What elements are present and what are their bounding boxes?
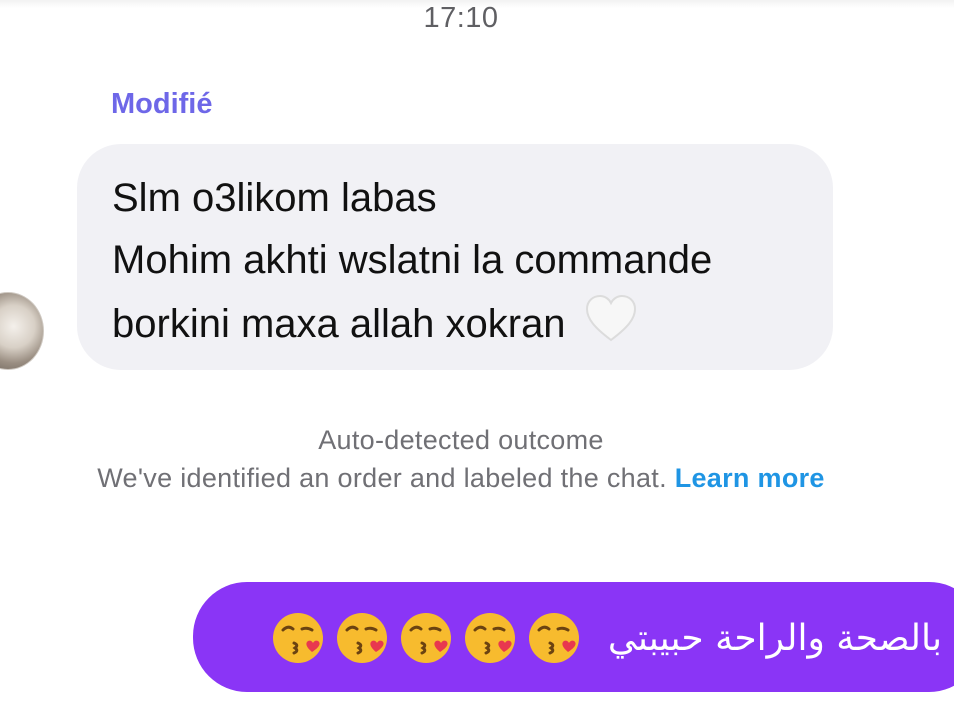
face-blowing-kiss-icon bbox=[272, 613, 323, 663]
sender-avatar[interactable] bbox=[0, 292, 44, 370]
message-line: Slm o3likom labas bbox=[112, 176, 437, 220]
white-heart-icon bbox=[585, 294, 637, 343]
sent-message-content: بالصحة والراحة حبيبتي bbox=[270, 608, 942, 668]
message-line: Mohim akhti wslatni la commande bbox=[112, 238, 713, 282]
message-timestamp: 17:10 bbox=[423, 2, 499, 34]
learn-more-link[interactable]: Learn more bbox=[675, 463, 825, 493]
notice-body: We've identified an order and labeled th… bbox=[72, 460, 850, 497]
sent-message-text: بالصحة والراحة حبيبتي bbox=[607, 617, 942, 659]
notice-text: We've identified an order and labeled th… bbox=[97, 463, 667, 493]
message-line-with-icon: borkini maxa allah xokran bbox=[112, 294, 637, 346]
message-line: borkini maxa allah xokran bbox=[112, 302, 566, 346]
face-blowing-kiss-icon bbox=[464, 613, 515, 663]
edited-label: Modifié bbox=[111, 88, 213, 120]
notice-title: Auto-detected outcome bbox=[318, 425, 604, 455]
face-blowing-kiss-icon bbox=[336, 613, 387, 663]
face-blowing-kiss-icon bbox=[528, 613, 579, 663]
face-blowing-kiss-icon bbox=[400, 613, 451, 663]
